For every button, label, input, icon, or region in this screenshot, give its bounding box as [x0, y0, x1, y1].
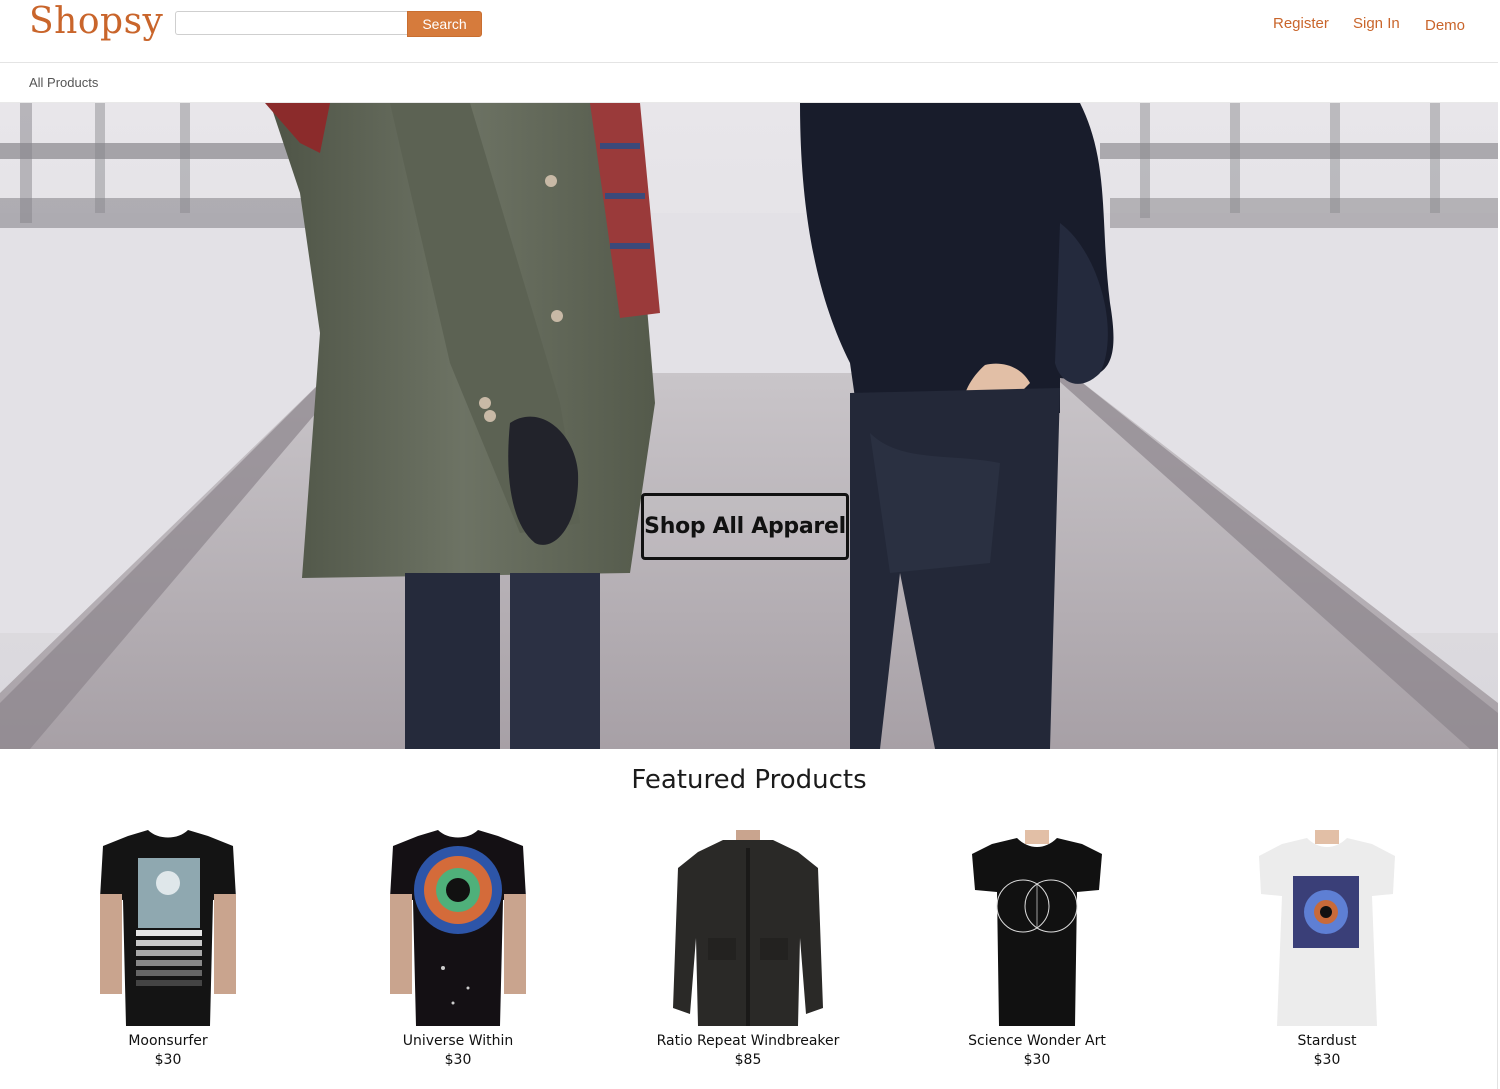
featured-products-heading: Featured Products	[631, 765, 867, 795]
product-image-moonsurfer[interactable]	[68, 828, 268, 1028]
product-name[interactable]: Ratio Repeat Windbreaker	[648, 1032, 848, 1051]
shop-all-apparel-button[interactable]: Shop All Apparel	[641, 493, 849, 560]
category-nav: All Products	[0, 63, 1498, 103]
site-header: Shopsy Search Register Sign In Demo	[0, 0, 1498, 63]
product-image-ratio-repeat-windbreaker[interactable]	[648, 828, 848, 1028]
hero-banner: Shop All Apparel	[0, 103, 1498, 749]
product-name[interactable]: Universe Within	[358, 1032, 558, 1051]
product-price: $85	[734, 1052, 762, 1068]
demo-link[interactable]: Demo	[1425, 17, 1465, 34]
hero-image	[0, 103, 1498, 749]
product-card[interactable]: Universe Within $30	[358, 828, 558, 1070]
product-price: $30	[1313, 1052, 1341, 1068]
product-card[interactable]: Ratio Repeat Windbreaker $85	[648, 828, 848, 1070]
sign-in-link[interactable]: Sign In	[1353, 15, 1400, 32]
product-card[interactable]: Science Wonder Art $30	[937, 828, 1137, 1070]
product-image-stardust[interactable]	[1227, 828, 1427, 1028]
shopsy-logo[interactable]: Shopsy	[29, 0, 163, 44]
product-price: $30	[1023, 1052, 1051, 1068]
product-price: $30	[154, 1052, 182, 1068]
search-button[interactable]: Search	[407, 11, 482, 37]
product-card[interactable]: Stardust $30	[1227, 828, 1427, 1070]
product-card[interactable]: Moonsurfer $30	[68, 828, 268, 1070]
product-price: $30	[444, 1052, 472, 1068]
product-name[interactable]: Science Wonder Art	[937, 1032, 1137, 1051]
register-link[interactable]: Register	[1273, 15, 1329, 32]
product-name[interactable]: Moonsurfer	[68, 1032, 268, 1051]
product-name[interactable]: Stardust	[1227, 1032, 1427, 1051]
search-input[interactable]	[175, 11, 407, 35]
all-products-link[interactable]: All Products	[29, 75, 98, 90]
product-image-universe-within[interactable]	[358, 828, 558, 1028]
product-image-science-wonder-art[interactable]	[937, 828, 1137, 1028]
